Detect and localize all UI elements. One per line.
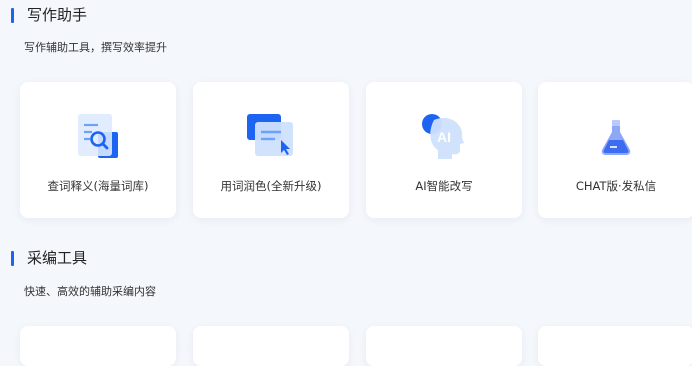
section-subtitle: 快速、高效的辅助采编内容 [24,285,156,298]
card-label: 查词释义(海量词库) [47,179,149,193]
card-label: AI智能改写 [415,179,473,193]
section-subtitle: 写作辅助工具，撰写效率提升 [24,41,167,54]
section-accent-bar [11,250,14,266]
card-chat-message[interactable]: CHAT版·发私信 [538,82,692,218]
card-lookup-definition[interactable]: 查词释义(海量词库) [20,82,176,218]
card-editing-tool[interactable] [20,326,176,366]
section-header-writing [11,7,14,23]
card-editing-tool[interactable] [366,326,522,366]
section-title: 采编工具 [27,249,88,267]
section-header-editing [11,250,14,266]
search-document-icon [78,114,118,158]
card-ai-rewrite[interactable]: AI AI智能改写 [366,82,522,218]
polish-document-icon [247,114,293,156]
chat-flask-icon [601,120,631,155]
card-editing-tool[interactable] [538,326,692,366]
section-accent-bar [11,7,14,23]
card-editing-tool[interactable] [193,326,349,366]
card-label: CHAT版·发私信 [575,179,657,193]
ai-head-icon: AI [422,114,464,159]
svg-text:AI: AI [437,129,451,145]
card-label: 用词润色(全新升级) [220,179,322,193]
section-title: 写作助手 [27,6,88,24]
card-word-polish[interactable]: 用词润色(全新升级) [193,82,349,218]
